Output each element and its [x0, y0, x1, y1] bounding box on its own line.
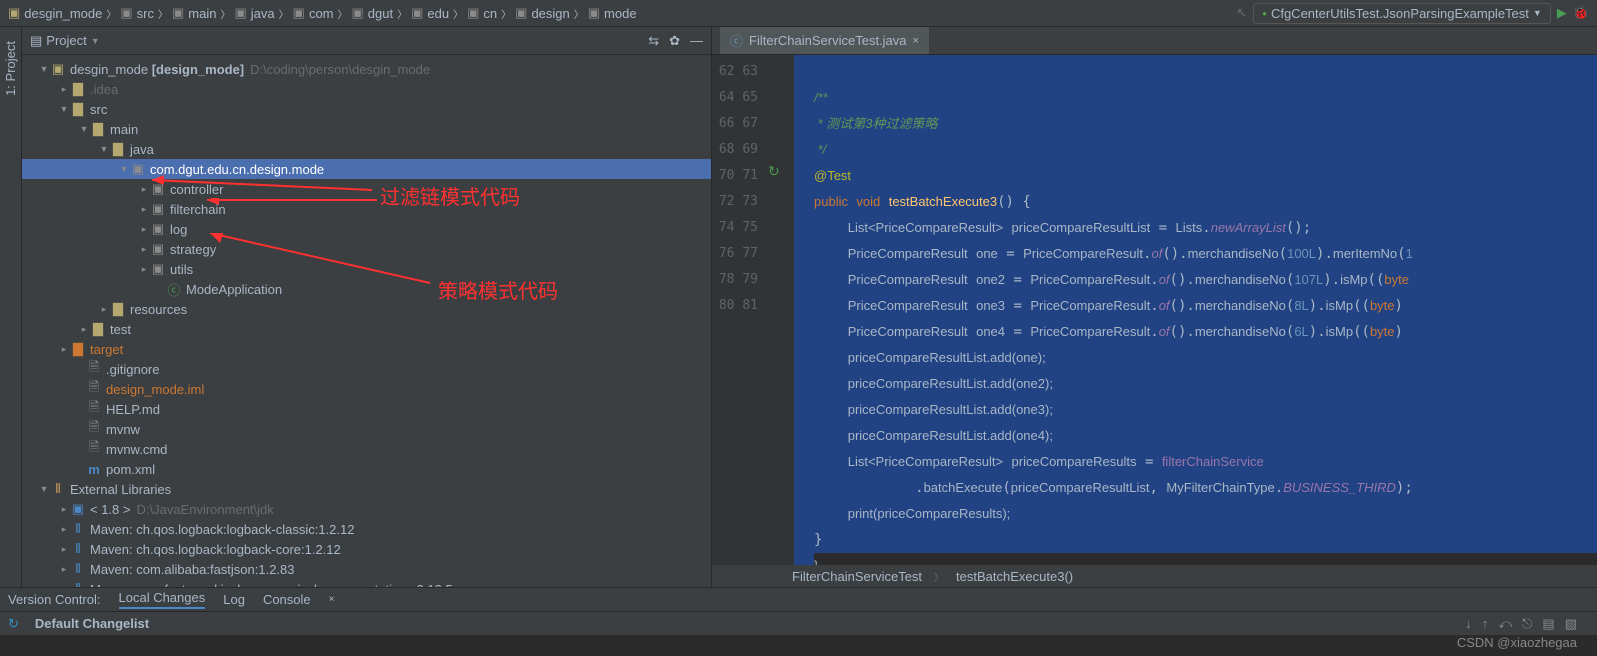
folder-icon: ▇ [70, 101, 86, 117]
left-tool-stripe: 1: Project [0, 27, 22, 587]
vc-tab-console[interactable]: Console [263, 592, 311, 607]
folder-icon: ▇ [70, 341, 86, 357]
hide-icon[interactable]: — [690, 33, 703, 49]
project-tree[interactable]: ▼▣desgin_mode [design_mode]D:\coding\per… [22, 55, 711, 587]
breadcrumb-item[interactable]: ▣ desgin_mode [8, 5, 102, 21]
toolbar-icon[interactable]: ⤺ [1498, 616, 1512, 632]
breadcrumb-item[interactable]: ▣ design [515, 5, 570, 21]
tree-row-selected: ▼▣com.dgut.edu.cn.design.mode [22, 159, 711, 179]
breadcrumb-bar: ▣ desgin_mode〉▣ src〉▣ main〉▣ java〉▣ com〉… [0, 0, 1597, 27]
collapse-icon[interactable]: ⇆ [648, 33, 659, 49]
breadcrumb-item[interactable]: ▣ src [120, 5, 154, 21]
run-icon[interactable]: ▶ [1557, 5, 1567, 21]
project-panel: ▤ Project ▼ ⇆ ✿ — ▼▣desgin_mode [design_… [22, 27, 712, 587]
java-file-icon: ⓒ [730, 31, 743, 50]
toolbar-icon[interactable]: ↑ [1482, 616, 1489, 632]
file-icon: 🗎 [86, 378, 102, 400]
watermark: CSDN @xiaozhegaa [1457, 635, 1577, 650]
line-gutter: 62 63 64 65 66 67 68 69 70 71 72 73 74 7… [712, 55, 768, 565]
breadcrumb-item[interactable]: ▣ mode [588, 5, 637, 21]
version-control-bar: Version Control: Local Changes Log Conso… [0, 587, 1597, 611]
project-title: Project [46, 33, 86, 48]
project-icon: ▤ [30, 33, 42, 49]
lib-icon: ⫴ [70, 561, 86, 577]
close-icon[interactable]: × [913, 35, 919, 47]
package-icon: ▣ [150, 261, 166, 277]
lib-icon: ⫴ [70, 541, 86, 557]
folder-icon: ▇ [110, 141, 126, 157]
folder-icon: ▇ [90, 121, 106, 137]
debug-icon[interactable]: 🐞 [1573, 5, 1589, 21]
toolbar-icon[interactable]: ↓ [1465, 616, 1472, 632]
lib-icon: ⫴ [70, 581, 86, 587]
breadcrumb[interactable]: ▣ desgin_mode〉▣ src〉▣ main〉▣ java〉▣ com〉… [8, 5, 637, 21]
run-config-selector[interactable]: CfgCenterUtilsTest.JsonParsingExampleTes… [1253, 3, 1551, 24]
code-area[interactable]: /** * 测试第3种过滤策略 */ @Test public void tes… [794, 55, 1597, 565]
changelist-bar: ↻ Default Changelist ↓ ↑ ⤺ ⎋ ▤ ▧ [0, 611, 1597, 635]
breadcrumb-item[interactable]: ▣ com [293, 5, 334, 21]
chevron-down-icon[interactable]: ▼ [91, 36, 100, 46]
vc-tab-log[interactable]: Log [223, 592, 245, 607]
vc-tab-local[interactable]: Local Changes [119, 590, 206, 609]
package-icon: ▣ [150, 181, 166, 197]
back-arrow-icon[interactable]: ↖ [1236, 5, 1247, 21]
toolbar-icon[interactable]: ▤ [1542, 616, 1554, 632]
file-icon: 🗎 [86, 418, 102, 440]
editor-breadcrumb[interactable]: FilterChainServiceTest〉testBatchExecute3… [712, 565, 1597, 587]
package-icon: ▣ [130, 161, 146, 177]
project-tool-tab[interactable]: 1: Project [3, 35, 18, 102]
breadcrumb-item[interactable]: ▣ cn [467, 5, 497, 21]
module-icon: ▣ [50, 61, 66, 77]
gear-icon[interactable]: ✿ [669, 33, 680, 49]
changelist-label[interactable]: Default Changelist [35, 616, 149, 631]
editor-panel: ⓒ FilterChainServiceTest.java × 62 63 64… [712, 27, 1597, 587]
library-icon: ⫴ [50, 481, 66, 497]
chevron-down-icon: ▼ [1533, 8, 1542, 18]
package-icon: ▣ [150, 201, 166, 217]
editor-tab[interactable]: ⓒ FilterChainServiceTest.java × [720, 27, 929, 54]
class-icon: ⓒ [166, 280, 182, 299]
gutter-marks: ↻ [768, 55, 794, 565]
folder-icon: ▇ [90, 321, 106, 337]
breadcrumb-item[interactable]: ▣ edu [411, 5, 449, 21]
file-icon: 🗎 [86, 438, 102, 460]
vc-title: Version Control: [8, 592, 101, 607]
run-gutter-icon[interactable]: ↻ [768, 163, 780, 179]
editor-tabs: ⓒ FilterChainServiceTest.java × [712, 27, 1597, 55]
breadcrumb-item[interactable]: ▣ java [234, 5, 274, 21]
maven-icon: m [86, 462, 102, 477]
package-icon: ▣ [150, 221, 166, 237]
breadcrumb-item[interactable]: ▣ main [172, 5, 216, 21]
folder-icon: ▇ [70, 81, 86, 97]
folder-icon: ▇ [110, 301, 126, 317]
toolbar-icon[interactable]: ▧ [1565, 616, 1577, 632]
refresh-icon[interactable]: ↻ [8, 616, 19, 632]
breadcrumb-item[interactable]: ▣ dgut [352, 5, 394, 21]
lib-icon: ⫴ [70, 521, 86, 537]
file-icon: 🗎 [86, 398, 102, 420]
toolbar-icon[interactable]: ⎋ [1522, 616, 1532, 632]
package-icon: ▣ [150, 241, 166, 257]
lib-icon: ▣ [70, 501, 86, 517]
file-icon: 🗎 [86, 358, 102, 380]
